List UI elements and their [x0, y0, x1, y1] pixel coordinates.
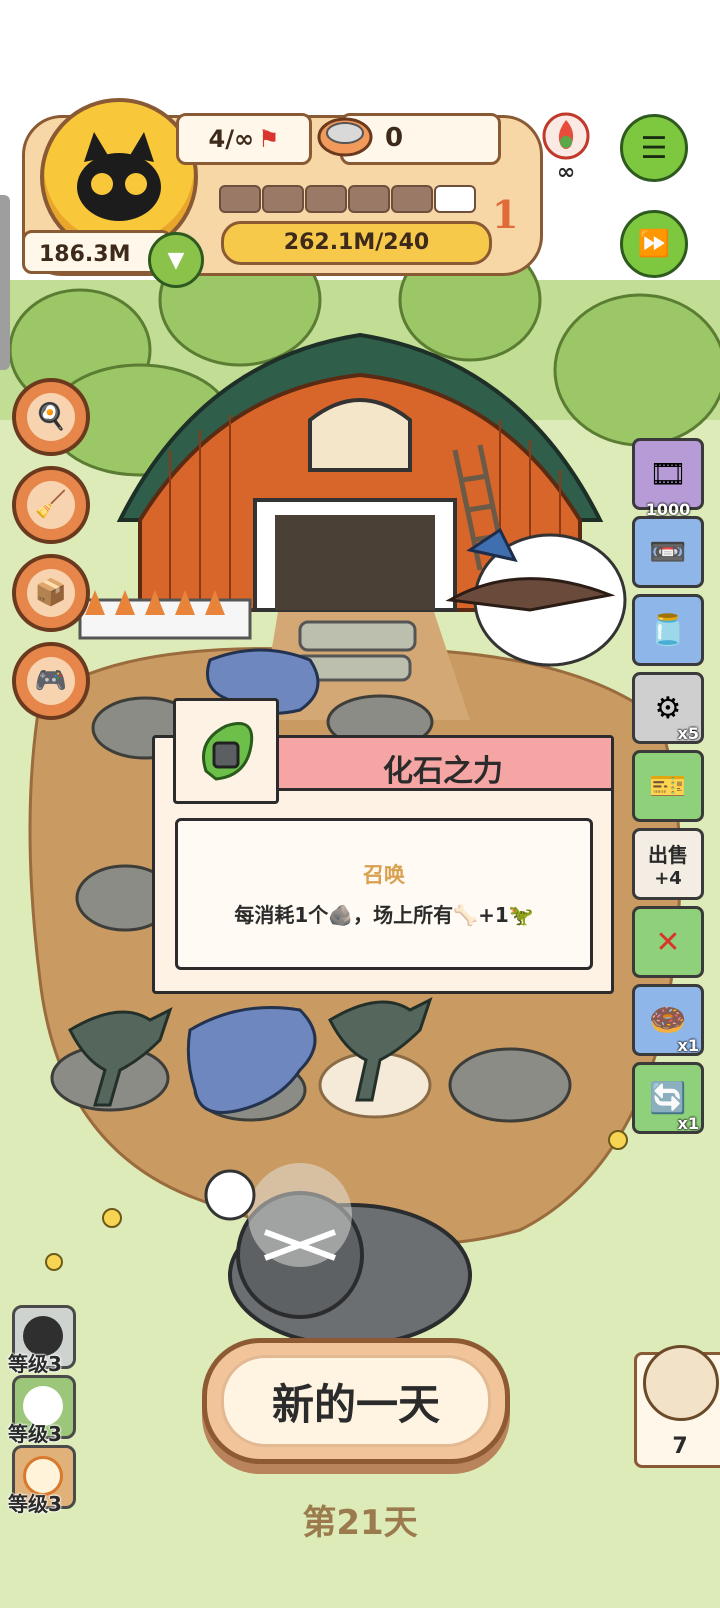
fast-forward-icon: ⏩: [637, 229, 671, 259]
exp-value: 262.1M/240: [283, 230, 430, 255]
film-reel-icon: 🎞: [648, 456, 688, 492]
tape-measure-icon: 📼: [649, 534, 687, 570]
menu-button[interactable]: ☰: [620, 114, 688, 182]
left-drawer-handle[interactable]: [0, 195, 10, 370]
item-ticket[interactable]: 🎫: [632, 750, 704, 822]
handheld-console-icon: 🎮: [27, 657, 75, 705]
level-segment-empty: [434, 185, 476, 213]
list-icon: ☰: [640, 130, 668, 166]
level-segment: [348, 185, 390, 213]
sell-count: +4: [654, 868, 682, 889]
sell-label: 出售: [648, 843, 688, 867]
box-icon: 📦: [27, 569, 75, 617]
pet-bowl-icon: [316, 113, 374, 161]
item-refresh-ticket[interactable]: 🔄 x1: [632, 1062, 704, 1134]
fast-forward-button[interactable]: ⏩: [620, 210, 688, 278]
bowl-value: 0: [385, 123, 404, 153]
donut-icon: 🍩: [649, 1002, 687, 1038]
level-segment: [262, 185, 304, 213]
new-day-button[interactable]: 新的一天: [202, 1338, 510, 1464]
popup-title: 化石之力: [383, 754, 503, 789]
badge-level-label: 等级3: [8, 1352, 62, 1376]
owl-card[interactable]: 7: [634, 1345, 720, 1468]
item-donut[interactable]: 🍩 x1: [632, 984, 704, 1056]
owl-icon: [643, 1345, 719, 1421]
heart-shield-icon[interactable]: ▼: [148, 232, 204, 288]
red-flag-icon: ⚑: [257, 125, 280, 153]
capacity-counter: 4/∞ ⚑: [176, 113, 312, 165]
player-level: 1: [492, 192, 519, 237]
fire-badge[interactable]: ∞: [535, 108, 597, 185]
popup-body: 召唤 每消耗1个🪨，场上所有🦴+1🦖: [175, 818, 593, 970]
item-count: x1: [677, 1036, 699, 1055]
coin-value: 186.3M: [39, 242, 131, 267]
exp-bar: 262.1M/240: [221, 221, 492, 265]
popup-description: 每消耗1个🪨，场上所有🦴+1🦖: [234, 903, 534, 927]
new-day-label: 新的一天: [221, 1355, 491, 1447]
fire-icon: [542, 112, 590, 160]
skill-mop-button[interactable]: 🧹: [12, 466, 90, 544]
fossil-power-icon: [173, 698, 279, 804]
jar-icon: 🫙: [649, 612, 687, 648]
popup-subtitle: 召唤: [363, 863, 405, 887]
level-segment: [305, 185, 347, 213]
level-segment: [391, 185, 433, 213]
x1-ticket-icon: ✕: [655, 924, 681, 960]
level-segment: [219, 185, 261, 213]
ticket-icon: 🎫: [649, 768, 687, 804]
owl-card-count: 7: [672, 1434, 688, 1459]
mop-icon: 🧹: [27, 481, 75, 529]
item-engine[interactable]: ⚙ x5: [632, 672, 704, 744]
day-counter: 第21天: [302, 1503, 418, 1543]
skill-pan-button[interactable]: 🍳: [12, 378, 90, 456]
item-count: x5: [677, 724, 699, 743]
capacity-value: 4/∞: [208, 125, 254, 153]
skill-console-button[interactable]: 🎮: [12, 642, 90, 720]
skill-info-popup[interactable]: 化石之力 召唤 每消耗1个🪨，场上所有🦴+1🦖: [152, 698, 614, 994]
item-film-reel[interactable]: 🎞 1000: [632, 438, 704, 519]
item-tape-measure[interactable]: 📼: [632, 516, 704, 588]
pan-icon: 🍳: [27, 393, 75, 441]
item-jar[interactable]: 🫙: [632, 594, 704, 666]
badge-level-label: 等级3: [8, 1422, 62, 1446]
fire-badge-count: ∞: [556, 160, 576, 185]
item-x-ticket[interactable]: ✕: [632, 906, 704, 978]
skill-box-button[interactable]: 📦: [12, 554, 90, 632]
engine-icon: ⚙: [654, 690, 682, 726]
refresh-ticket-icon: 🔄: [649, 1080, 687, 1116]
item-count: x1: [677, 1114, 699, 1133]
sell-button[interactable]: 出售 +4: [632, 828, 704, 900]
